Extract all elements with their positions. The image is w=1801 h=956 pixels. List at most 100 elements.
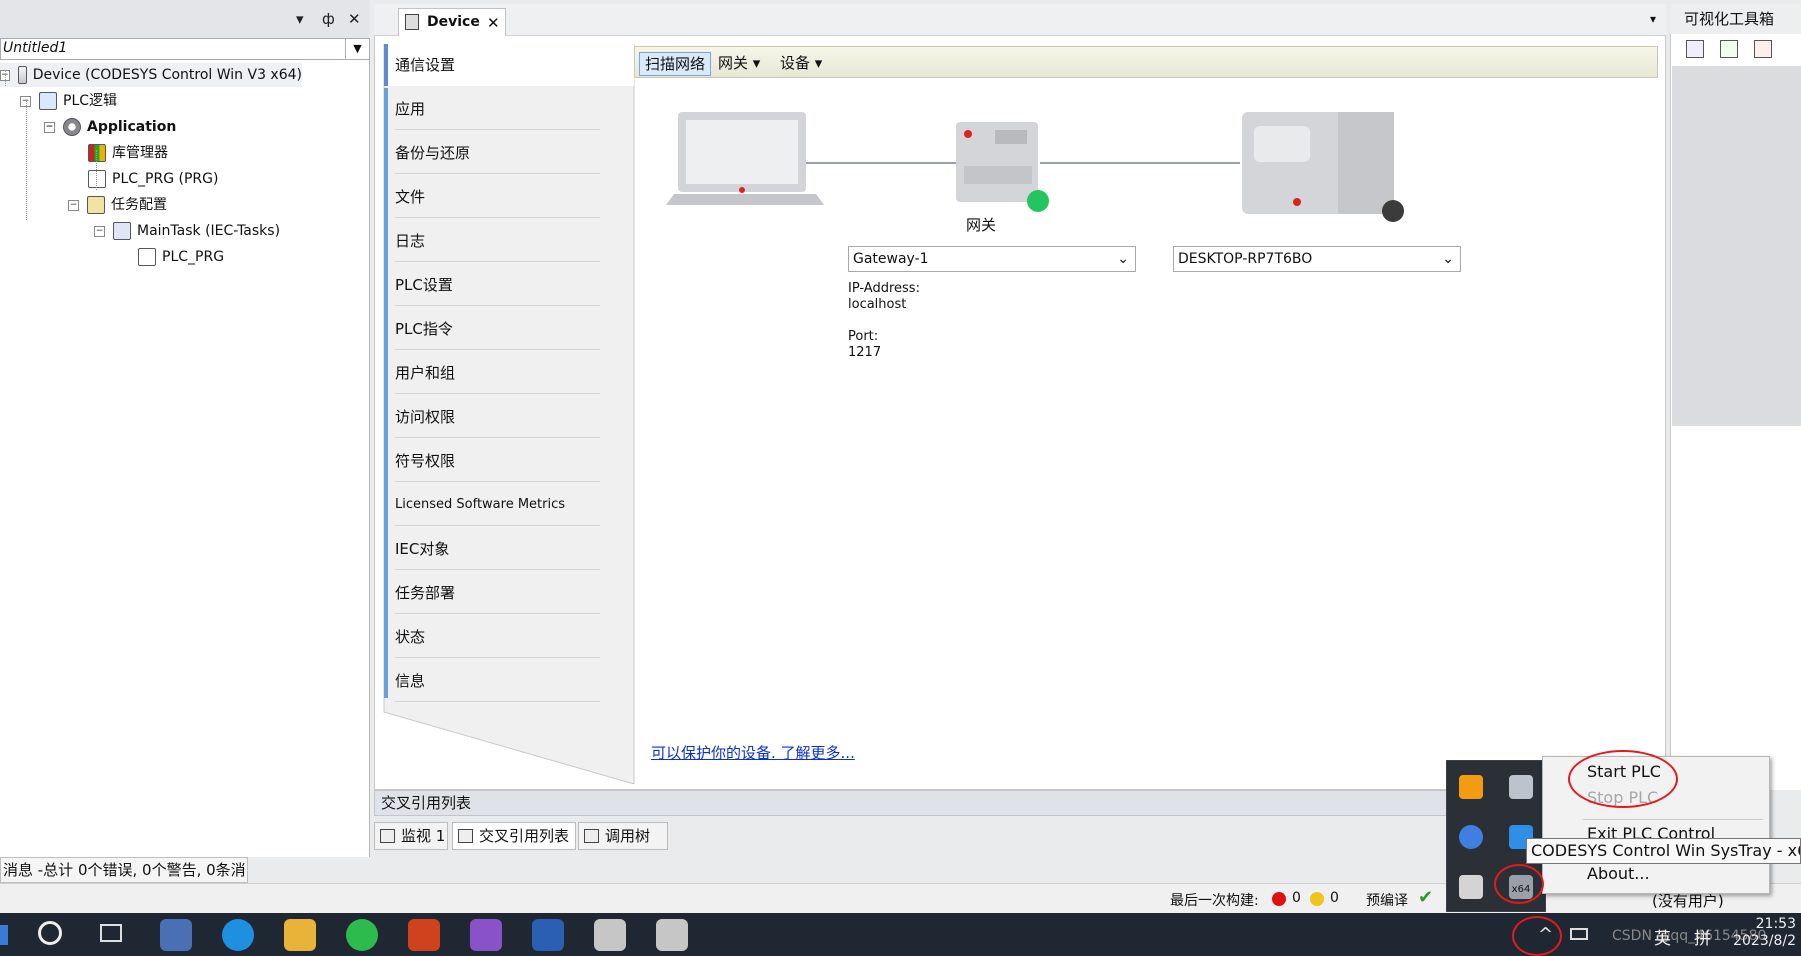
gear-icon [63,118,81,136]
tree-item-maintask[interactable]: − MainTask (IEC-Tasks) [94,219,280,243]
tree-item-task-config[interactable]: − 任务配置 [68,193,167,217]
device-icon [17,66,27,84]
tree-item-label: MainTask (IEC-Tasks) [137,223,281,239]
tree-item-plc-prg-call[interactable]: PLC_PRG [138,245,224,269]
codesys-icon[interactable] [656,919,688,951]
gateway-menu-button[interactable]: 网关 ▾ [713,52,765,76]
protect-device-link[interactable]: 可以保护你的设备. 了解更多... [651,742,855,763]
bottom-tab-strip: 监视 1 交叉引用列表 调用树 [374,822,1274,850]
pin-icon[interactable]: ф [322,10,335,28]
menu-about[interactable]: About... [1587,861,1650,887]
project-name: Untitled1 [3,40,68,56]
powerpoint-icon[interactable] [408,919,440,951]
task-config-icon [87,196,105,214]
nav-item[interactable]: Licensed Software Metrics [395,484,600,526]
collapse-icon[interactable]: − [44,121,55,133]
tab-label: 交叉引用列表 [479,827,570,845]
scan-network-button[interactable]: 扫描网络 [639,52,712,76]
tab-label: Device [427,14,480,30]
tab-list-chevron-icon[interactable]: ▾ [1650,12,1656,26]
gateway-caption: 网关 [966,216,997,234]
nav-item[interactable]: 状态 [395,616,600,658]
tree-item-label: Application [87,119,177,135]
nav-item[interactable]: 信息 [395,660,600,702]
nav-item[interactable]: 文件 [395,176,600,218]
sync-icon[interactable] [1459,825,1483,849]
tab-call-tree[interactable]: 调用树 [578,822,668,850]
word-icon[interactable] [532,919,564,951]
ime-indicator[interactable]: 英 [1654,924,1671,949]
messages-summary[interactable]: 消息 -总计 0个错误, 0个警告, 0条消息 [0,857,248,903]
device-menu-button[interactable]: 设备 ▾ [775,52,827,76]
visual-studio-icon[interactable] [470,919,502,951]
clock[interactable]: 21:53 2023/8/2 [1730,916,1796,950]
shield-icon[interactable] [1459,775,1483,799]
tree-item-application[interactable]: − Application [44,115,176,139]
tab-watch-1[interactable]: 监视 1 [374,822,448,850]
task-view-icon[interactable] [100,924,122,942]
xref-icon [458,829,473,843]
wechat-icon[interactable] [346,919,378,951]
start-icon[interactable] [0,925,8,945]
toolbox-item-icon[interactable] [1686,40,1704,58]
gateway-menu-label: 网关 [718,54,749,72]
nav-item[interactable]: 用户和组 [395,352,600,394]
edge-browser-icon[interactable] [222,919,254,951]
tree-connector [26,100,27,220]
codesys-icon[interactable] [594,919,626,951]
nav-item[interactable]: 备份与还原 [395,132,600,174]
tree-item-device[interactable]: − Device (CODESYS Control Win V3 x64) [0,63,302,87]
app-icon[interactable] [160,919,192,951]
nav-item[interactable]: 日志 [395,220,600,262]
chevron-down-icon: ⌄ [1117,251,1129,267]
task-icon [113,222,131,240]
nav-item[interactable]: 任务部署 [395,572,600,614]
file-explorer-icon[interactable] [284,919,316,951]
annotation-circle-tray-icon [1494,864,1544,904]
tab-label: 调用树 [605,827,651,845]
chevron-down-icon[interactable]: ▼ [345,39,369,59]
tree-connector [5,70,6,86]
nav-item[interactable]: 访问权限 [395,396,600,438]
nav-item[interactable]: 通信设置 [395,44,600,86]
battery-icon[interactable] [1570,928,1588,940]
chevron-down-icon: ▾ [752,54,761,72]
tab-label: 监视 1 [401,827,446,845]
panel-menu-button[interactable]: ▾ [296,10,304,28]
systray-tooltip: CODESYS Control Win SysTray - x64(s [1526,838,1801,864]
close-panel-button[interactable]: ✕ [348,10,361,28]
monitor-icon[interactable] [1509,775,1533,799]
nav-item[interactable]: PLC指令 [395,308,600,350]
device-select-value: DESKTOP-RP7T6BO [1178,251,1313,267]
watch-icon [380,829,395,843]
library-icon [88,144,106,162]
tab-device[interactable]: Device ✕ [398,8,506,36]
device-menu-label: 设备 [780,54,811,72]
close-tab-icon[interactable]: ✕ [487,10,500,36]
collapse-icon[interactable]: − [68,199,79,211]
gateway-select[interactable]: Gateway-1 ⌄ [848,246,1136,272]
codesys-tray-icon[interactable] [1459,875,1483,899]
tree-item-label: Device (CODESYS Control Win V3 x64) [32,67,302,83]
nav-item[interactable]: PLC设置 [395,264,600,306]
toolbox-item-icon[interactable] [1720,40,1738,58]
collapse-icon[interactable]: − [94,225,105,237]
ip-label: IP-Address: [848,281,920,296]
warning-icon [1310,892,1324,906]
search-icon[interactable] [38,921,62,945]
tree-item-library-manager[interactable]: 库管理器 [88,141,168,165]
device-select[interactable]: DESKTOP-RP7T6BO ⌄ [1173,246,1461,272]
network-diagram [666,112,1404,222]
chevron-down-icon: ⌄ [1442,251,1454,267]
project-root-row[interactable]: Untitled1 ▼ [0,38,370,60]
nav-item[interactable]: IEC对象 [395,528,600,570]
nav-item[interactable]: 应用 [395,88,600,130]
tree-item-plc-prg[interactable]: PLC_PRG (PRG) [88,167,218,191]
toolbox-item-icon[interactable] [1754,40,1772,58]
ime-mode[interactable]: 拼 [1694,924,1711,949]
toolbox-title: 可视化工具箱 [1670,4,1801,34]
tree-item-plc-logic[interactable]: − PLC逻辑 [20,89,117,113]
tab-cross-reference[interactable]: 交叉引用列表 [452,822,576,850]
nav-item[interactable]: 符号权限 [395,440,600,482]
ip-value: localhost [848,297,907,312]
